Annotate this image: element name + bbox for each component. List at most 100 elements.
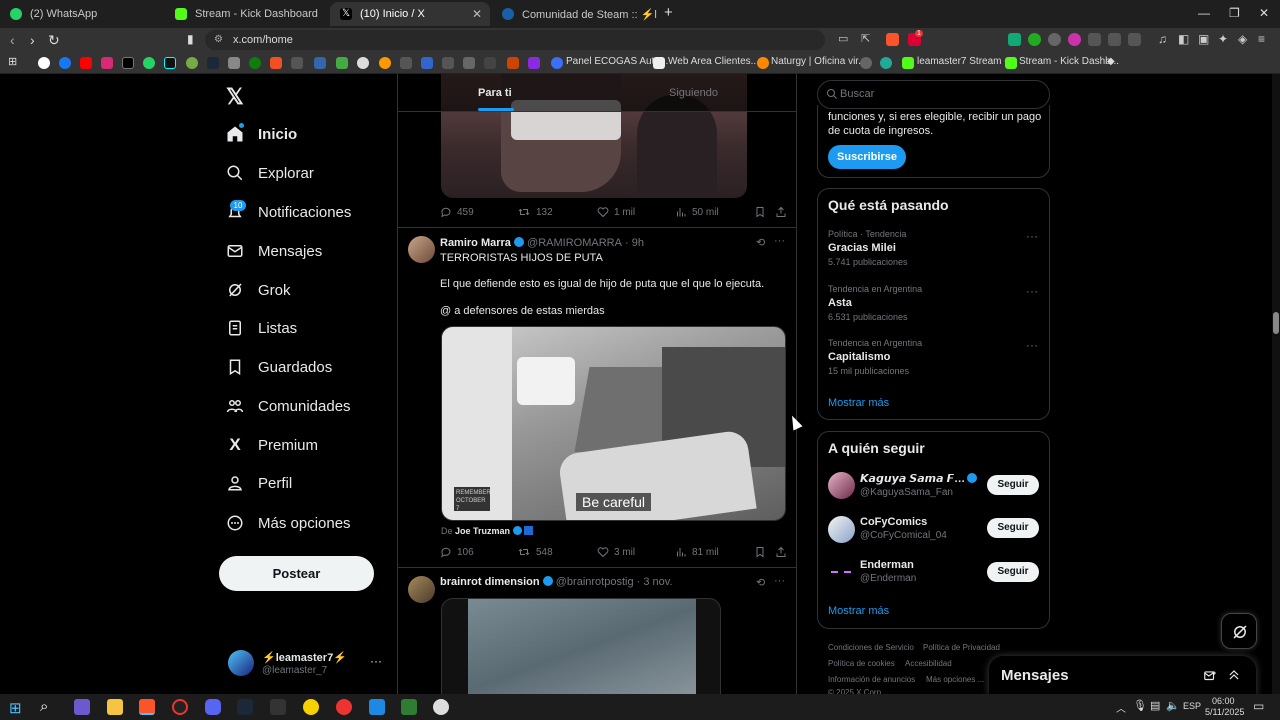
volume-icon[interactable]: 🔈: [1166, 699, 1180, 712]
bookmark-button[interactable]: [754, 546, 771, 558]
tiktok-icon[interactable]: [164, 57, 176, 69]
avatar[interactable]: [228, 650, 254, 676]
taskview-icon[interactable]: [74, 699, 90, 715]
retweet-button[interactable]: 548: [517, 546, 553, 558]
video-attribution[interactable]: De Joe Truzman: [441, 526, 534, 536]
minecraft-icon[interactable]: [401, 699, 417, 715]
search-icon[interactable]: ⌕: [40, 698, 48, 715]
like-button[interactable]: 3 mil: [597, 546, 635, 558]
bookmark-icon[interactable]: [421, 57, 433, 69]
share-button[interactable]: [775, 546, 792, 558]
follow-name[interactable]: Enderman: [860, 559, 914, 571]
bookmark-icon[interactable]: [484, 57, 496, 69]
bookmark-icon[interactable]: [186, 57, 198, 69]
epic-games-icon[interactable]: [270, 699, 286, 715]
bookmark-icon[interactable]: [400, 57, 412, 69]
steam-taskbar-icon[interactable]: [237, 699, 253, 715]
instagram-icon[interactable]: [101, 57, 113, 69]
follow-name[interactable]: 𝙆𝙖𝙜𝙪𝙮𝙖 𝙎𝙖𝙢𝙖 𝙁𝙖𝙣 –...: [860, 472, 970, 485]
extension-icon[interactable]: [1128, 33, 1141, 46]
trend-item[interactable]: Asta: [828, 297, 852, 309]
nav-listas[interactable]: Listas: [226, 313, 297, 343]
tab-siguiendo[interactable]: Siguiendo: [669, 87, 718, 99]
bookmark-web-area[interactable]: Web Area Clientes...: [668, 56, 759, 67]
cast-icon[interactable]: ▭: [838, 32, 848, 45]
whatsapp-bookmark-icon[interactable]: [143, 57, 155, 69]
vscode-icon[interactable]: [369, 699, 385, 715]
bookmark-icon[interactable]: [357, 57, 369, 69]
tab-whatsapp[interactable]: (2) WhatsApp: [0, 2, 165, 26]
extension-icon[interactable]: [1008, 33, 1021, 46]
nav-explorar[interactable]: Explorar: [226, 158, 314, 188]
show-more-trends-link[interactable]: Mostrar más: [828, 397, 889, 409]
messages-drawer[interactable]: Mensajes: [989, 656, 1256, 696]
extension-icon[interactable]: [1048, 33, 1061, 46]
clock-time[interactable]: 06:00: [1212, 696, 1235, 706]
network-icon[interactable]: ▤: [1150, 699, 1160, 712]
bookmark-overflow-icon[interactable]: ◆: [1107, 56, 1115, 67]
like-button[interactable]: 1 mil: [597, 206, 635, 218]
language-indicator[interactable]: ESP: [1183, 701, 1201, 711]
site-info-icon[interactable]: ⚙: [214, 30, 223, 50]
share-icon[interactable]: ⇱: [861, 32, 870, 45]
brave-icon[interactable]: [139, 699, 155, 715]
restore-icon[interactable]: ❐: [1229, 6, 1240, 20]
url-field[interactable]: ⚙ x.com/home: [205, 30, 825, 50]
bookmark-icon[interactable]: [880, 57, 892, 69]
minimize-icon[interactable]: —: [1198, 6, 1210, 20]
bookmark-kick-dashboard[interactable]: Stream - Kick Dashb...: [1019, 56, 1119, 67]
x-logo-icon[interactable]: 𝕏: [226, 84, 244, 110]
bookmark-icon[interactable]: [463, 57, 475, 69]
views-button[interactable]: 50 mil: [675, 206, 719, 218]
extension-icon[interactable]: [1068, 33, 1081, 46]
file-explorer-icon[interactable]: [107, 699, 123, 715]
post-button[interactable]: Postear: [219, 556, 374, 591]
tab-steam[interactable]: Comunidad de Steam :: ⚡leamaster: [492, 2, 657, 26]
close-window-icon[interactable]: ✕: [1259, 6, 1269, 20]
discord-icon[interactable]: [205, 699, 221, 715]
grok-floating-button[interactable]: [1221, 613, 1257, 649]
tweet-time[interactable]: · 9h: [625, 237, 644, 249]
follow-button[interactable]: Seguir: [987, 475, 1039, 495]
more-icon[interactable]: ···: [1026, 338, 1038, 352]
nav-inicio[interactable]: Inicio: [226, 119, 297, 149]
bookmark-icon[interactable]: [528, 57, 540, 69]
clock-date[interactable]: 5/11/2025: [1205, 707, 1244, 717]
avatar[interactable]: [408, 576, 435, 603]
app-icon[interactable]: [433, 699, 449, 715]
download-icon[interactable]: [336, 57, 348, 69]
account-name[interactable]: ⚡leamaster7⚡: [262, 651, 347, 664]
follow-button[interactable]: Seguir: [987, 518, 1039, 538]
retweet-button[interactable]: 132: [517, 206, 553, 218]
scrollbar-thumb[interactable]: [1273, 312, 1279, 334]
bookmark-button[interactable]: [754, 206, 771, 218]
avatar[interactable]: [828, 516, 855, 543]
tab-kick[interactable]: Stream - Kick Dashboard: [165, 2, 330, 26]
avatar[interactable]: [408, 236, 435, 263]
bookmark-icon[interactable]: [507, 57, 519, 69]
views-button[interactable]: 81 mil: [675, 546, 719, 558]
tray-overflow-icon[interactable]: ︿: [1116, 700, 1126, 715]
more-icon[interactable]: ···: [774, 235, 785, 247]
footer-link[interactable]: Información de anuncios: [828, 675, 915, 684]
more-icon[interactable]: ···: [1026, 284, 1038, 298]
reload-icon[interactable]: ↻: [48, 32, 60, 49]
apps-icon[interactable]: ⊞: [8, 55, 17, 68]
media-icon[interactable]: ♫: [1158, 32, 1167, 46]
tab-x-home[interactable]: 𝕏 (10) Inicio / X ✕: [330, 2, 490, 26]
avatar[interactable]: [828, 559, 855, 586]
reply-button[interactable]: 459: [440, 206, 474, 218]
share-button[interactable]: [775, 206, 792, 218]
extension-icon[interactable]: [1028, 33, 1041, 46]
bookmark-icon[interactable]: [291, 57, 303, 69]
footer-link[interactable]: Más opciones ...: [926, 675, 984, 684]
vpn-icon[interactable]: ◈: [1238, 32, 1247, 46]
facebook-icon[interactable]: [59, 57, 71, 69]
nav-mas-opciones[interactable]: Más opciones: [226, 508, 351, 538]
bookmark-icon[interactable]: [442, 57, 454, 69]
tweet-time[interactable]: · 3 nov.: [637, 576, 673, 588]
forward-icon[interactable]: ›: [30, 32, 35, 48]
sidebar-icon[interactable]: ◧: [1178, 32, 1189, 46]
show-more-follow-link[interactable]: Mostrar más: [828, 605, 889, 617]
app-icon[interactable]: [303, 699, 319, 715]
